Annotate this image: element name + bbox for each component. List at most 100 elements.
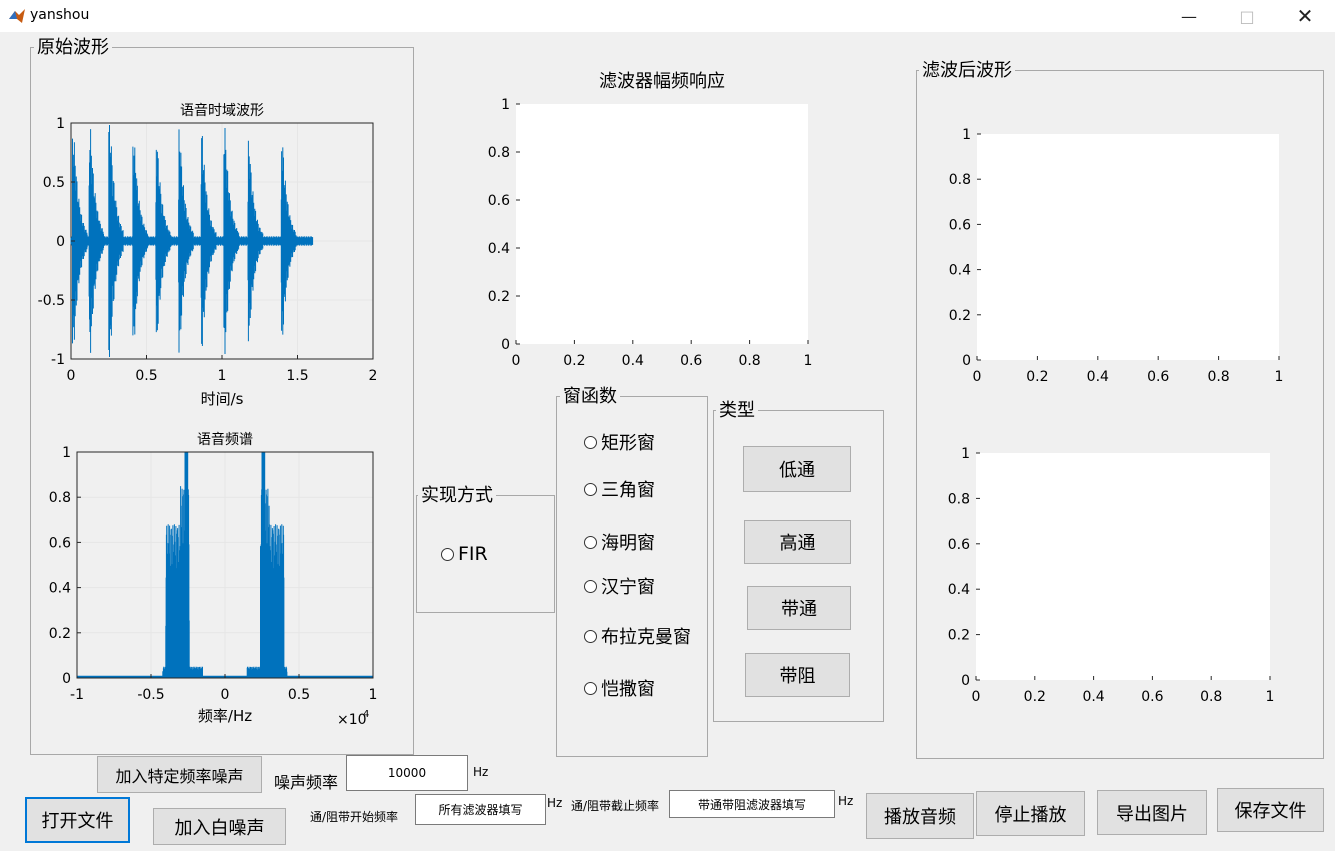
radio-hanning[interactable]: 汉宁窗 bbox=[584, 573, 655, 599]
x-tick-label: 1 bbox=[369, 687, 378, 703]
radio-hamming-label: 海明窗 bbox=[601, 533, 655, 554]
y-tick-label: -1 bbox=[51, 352, 65, 368]
x-tick-label: 1 bbox=[804, 353, 813, 369]
x-tick-label: 0.8 bbox=[1200, 689, 1222, 705]
radio-kaiser-label: 恺撒窗 bbox=[601, 679, 655, 700]
y-tick-label: 0.6 bbox=[949, 217, 971, 233]
x-tick-label: 1 bbox=[218, 368, 227, 384]
y-tick-label: 0.2 bbox=[488, 289, 510, 305]
bandpass-button[interactable]: 带通 bbox=[747, 586, 851, 630]
x-tick-label: 0.5 bbox=[135, 368, 157, 384]
y-tick-label: 0.4 bbox=[949, 263, 971, 279]
add-tone-noise-button[interactable]: 加入特定频率噪声 bbox=[97, 756, 262, 793]
window-panel-title: 窗函数 bbox=[560, 387, 620, 407]
y-tick-label: 0.4 bbox=[49, 581, 71, 597]
y-tick-label: 1 bbox=[501, 97, 510, 113]
bandstop-button[interactable]: 带阻 bbox=[745, 653, 850, 697]
x-tick-label: 0.4 bbox=[622, 353, 644, 369]
window-title: yanshou bbox=[30, 7, 90, 23]
y-tick-label: 0.6 bbox=[488, 193, 510, 209]
radio-hamming[interactable]: 海明窗 bbox=[584, 529, 655, 555]
minimize-icon[interactable]: — bbox=[1166, 0, 1212, 32]
radio-circle[interactable] bbox=[584, 579, 597, 593]
x-tick-label: 0.4 bbox=[1082, 689, 1104, 705]
y-tick-label: 0.4 bbox=[488, 241, 510, 257]
close-icon[interactable]: ✕ bbox=[1282, 0, 1328, 32]
radio-blackman[interactable]: 布拉克曼窗 bbox=[584, 623, 691, 649]
y-tick-label: 0 bbox=[56, 234, 65, 250]
radio-fir-label: FIR bbox=[458, 543, 488, 565]
spectrum-chart-title: 语音频谱 bbox=[197, 431, 253, 448]
x-tick-label: 0 bbox=[67, 368, 76, 384]
original-panel-title: 原始波形 bbox=[34, 38, 112, 58]
filtered-panel-title: 滤波后波形 bbox=[919, 61, 1015, 81]
y-tick-label: 0.4 bbox=[948, 582, 970, 598]
y-tick-label: 0.2 bbox=[49, 626, 71, 642]
y-tick-label: 0 bbox=[62, 671, 71, 687]
radio-circle[interactable] bbox=[584, 535, 597, 549]
spectrum-y-ticks: 0 0.2 0.4 0.6 0.8 1 -1 -0.5 0 0.5 1 bbox=[49, 445, 378, 703]
pass-start-unit: Hz bbox=[547, 796, 563, 810]
x-tick-label: 0.4 bbox=[1087, 369, 1109, 385]
time-x-label: 时间/s bbox=[201, 390, 244, 408]
y-tick-label: 0.8 bbox=[949, 172, 971, 188]
radio-hanning-label: 汉宁窗 bbox=[601, 577, 655, 598]
radio-blackman-label: 布拉克曼窗 bbox=[601, 627, 691, 648]
open-file-button[interactable]: 打开文件 bbox=[25, 797, 130, 843]
y-tick-label: 0.2 bbox=[948, 628, 970, 644]
x-tick-label: 0.6 bbox=[1147, 369, 1169, 385]
x-tick-label: 0 bbox=[973, 369, 982, 385]
lowpass-button[interactable]: 低通 bbox=[743, 446, 851, 492]
x-tick-label: 0.8 bbox=[1207, 369, 1229, 385]
x-tick-label: 1 bbox=[1266, 689, 1275, 705]
x-tick-label: -0.5 bbox=[137, 687, 164, 703]
add-white-noise-button[interactable]: 加入白噪声 bbox=[153, 808, 286, 845]
x-tick-label: 0.2 bbox=[1026, 369, 1048, 385]
radio-circle[interactable] bbox=[584, 681, 597, 695]
title-bar: yanshou — □ ✕ bbox=[0, 0, 1335, 32]
pass-start-input[interactable]: 所有滤波器填写 bbox=[415, 794, 546, 825]
radio-fir[interactable]: FIR bbox=[441, 543, 488, 565]
stop-playback-button[interactable]: 停止播放 bbox=[976, 791, 1085, 836]
filtered-top-axes-bg bbox=[977, 134, 1279, 360]
y-tick-label: 1 bbox=[962, 127, 971, 143]
filtered-bottom-axes-bg bbox=[976, 453, 1270, 680]
y-tick-label: 0.8 bbox=[49, 490, 71, 506]
pass-stop-input[interactable]: 带通带阻滤波器填写 bbox=[669, 790, 835, 818]
time-waveform-path bbox=[70, 125, 314, 357]
noise-freq-input[interactable]: 10000 bbox=[346, 755, 468, 791]
radio-triangular[interactable]: 三角窗 bbox=[584, 476, 655, 502]
play-audio-button[interactable]: 播放音频 bbox=[866, 793, 974, 839]
y-tick-label: 0.2 bbox=[949, 308, 971, 324]
time-domain-chart: 语音时域波形 -1 -0.5 0 0.5 1 0 0.5 1 1.5 2 时间/s bbox=[38, 102, 378, 408]
radio-rectangular[interactable]: 矩形窗 bbox=[584, 429, 655, 455]
radio-rectangular-label: 矩形窗 bbox=[601, 433, 655, 454]
pass-stop-unit: Hz bbox=[838, 794, 854, 808]
export-image-button[interactable]: 导出图片 bbox=[1097, 790, 1207, 835]
radio-circle[interactable] bbox=[584, 629, 597, 643]
spectrum-grid bbox=[77, 452, 373, 678]
x-tick-label: -1 bbox=[70, 687, 84, 703]
y-tick-label: -0.5 bbox=[38, 293, 65, 309]
type-panel-title: 类型 bbox=[716, 401, 758, 421]
y-tick-label: 1 bbox=[62, 445, 71, 461]
maximize-icon[interactable]: □ bbox=[1224, 0, 1270, 32]
radio-circle[interactable] bbox=[584, 482, 597, 496]
radio-circle[interactable] bbox=[584, 435, 597, 449]
x-tick-label: 0.8 bbox=[738, 353, 760, 369]
save-file-button[interactable]: 保存文件 bbox=[1217, 788, 1324, 832]
y-tick-label: 0 bbox=[501, 337, 510, 353]
y-tick-label: 0 bbox=[961, 673, 970, 689]
exponent-power: 4 bbox=[363, 709, 369, 720]
x-tick-label: 2 bbox=[369, 368, 378, 384]
time-chart-title: 语音时域波形 bbox=[180, 102, 264, 119]
radio-kaiser[interactable]: 恺撒窗 bbox=[584, 675, 655, 701]
filter-axes-bg bbox=[516, 104, 808, 344]
highpass-button[interactable]: 高通 bbox=[744, 520, 851, 564]
y-tick-label: 0.8 bbox=[488, 145, 510, 161]
filter-response-title: 滤波器幅频响应 bbox=[599, 71, 725, 92]
y-tick-label: 0 bbox=[962, 353, 971, 369]
x-tick-label: 0.5 bbox=[288, 687, 310, 703]
radio-circle[interactable] bbox=[441, 547, 454, 561]
filtered-top-chart: 0 0.2 0.4 0.6 0.8 1 0 0.2 0.4 0.6 0.8 1 bbox=[949, 127, 1284, 385]
